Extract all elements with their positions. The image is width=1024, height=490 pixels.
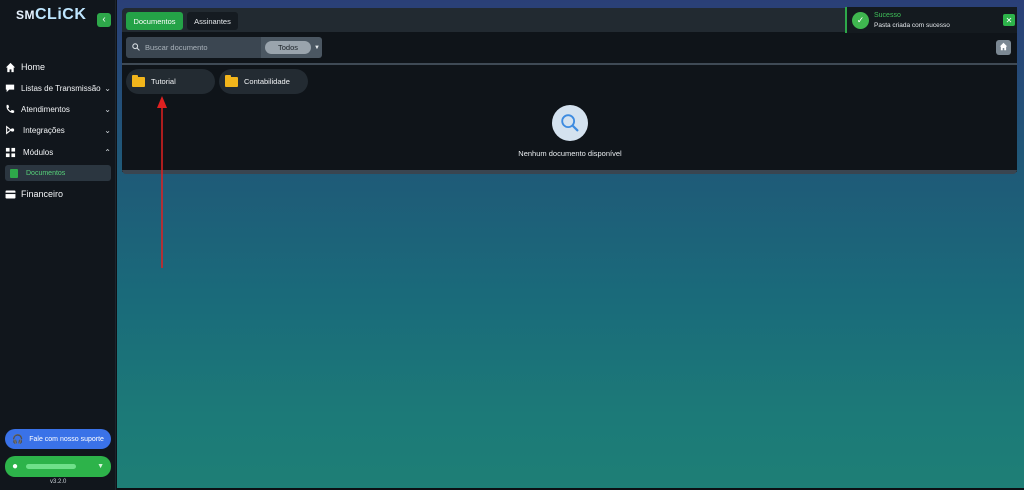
card-icon: [4, 188, 16, 200]
folder-icon: [132, 74, 145, 87]
sidebar-item-label: Financeiro: [21, 189, 64, 199]
sidebar-subitem-documentos[interactable]: Documentos: [5, 165, 111, 181]
close-icon: ✕: [1005, 15, 1013, 25]
empty-search-icon: [552, 105, 588, 141]
chevron-down-icon: ⌄: [104, 83, 111, 93]
search-placeholder: Buscar documento: [145, 43, 208, 52]
sidebar-item-label: Atendimentos: [21, 104, 70, 114]
folder-icon: [225, 74, 238, 87]
sidebar-item-home[interactable]: Home: [0, 58, 116, 76]
panel-footer: [122, 170, 1017, 174]
sidebar-item-label: Listas de Transmissão: [21, 83, 101, 93]
search-input[interactable]: Buscar documento: [126, 37, 261, 58]
support-button[interactable]: 🎧 Fale com nosso suporte: [5, 429, 111, 449]
filter-select[interactable]: Todos ▼: [261, 37, 322, 58]
chat-icon: [4, 82, 16, 94]
phone-icon: [4, 103, 16, 115]
app-version: v3.2.0: [50, 479, 67, 485]
sidebar-item-listas[interactable]: Listas de Transmissão ⌄: [0, 79, 116, 97]
folder-item[interactable]: Contabilidade: [219, 69, 308, 94]
tab-assinantes[interactable]: Assinantes: [187, 12, 238, 30]
caret-down-icon: ▼: [314, 44, 320, 51]
tab-documentos[interactable]: Documentos: [126, 12, 183, 30]
home-icon: [999, 42, 1008, 53]
user-menu-button[interactable]: ● ▼: [5, 456, 111, 477]
search-icon: [132, 42, 140, 53]
panel-divider: [122, 63, 1017, 65]
document-icon: [10, 168, 18, 178]
annotation-arrow: [157, 96, 167, 268]
folder-name: Contabilidade: [244, 77, 290, 86]
success-toast: ✓ Sucesso Pasta criada com sucesso ✕: [845, 7, 1017, 33]
sidebar-item-label: Documentos: [26, 169, 66, 177]
chevron-down-icon: ⌄: [104, 104, 111, 114]
sidebar-item-atendimentos[interactable]: Atendimentos ⌄: [0, 100, 116, 118]
filter-selected-value: Todos: [265, 41, 311, 54]
sidebar-item-label: Home: [21, 62, 46, 72]
close-toast-button[interactable]: ✕: [1003, 14, 1015, 26]
sidebar: SMCLiCK ‹ Home Listas de Transmissão ⌄ A…: [0, 0, 116, 490]
toast-message: Pasta criada com sucesso: [874, 22, 950, 29]
home-folder-button[interactable]: [996, 40, 1011, 55]
brand-logo: SMCLiCK: [16, 6, 87, 23]
check-icon: ✓: [852, 12, 869, 29]
collapse-sidebar-button[interactable]: ‹: [97, 13, 111, 27]
sidebar-item-modulos[interactable]: Módulos ⌃: [0, 143, 116, 161]
sidebar-item-integracoes[interactable]: Integrações ⌄: [0, 121, 116, 139]
toast-title: Sucesso: [874, 12, 901, 19]
user-icon: ●: [12, 461, 19, 472]
sidebar-item-financeiro[interactable]: Financeiro: [0, 185, 116, 203]
chevron-left-icon: ‹: [102, 14, 106, 25]
chevron-down-icon: ▼: [97, 463, 104, 470]
sidebar-item-label: Integrações: [23, 125, 65, 135]
headset-icon: 🎧: [12, 433, 24, 444]
folder-name: Tutorial: [151, 77, 176, 86]
home-icon: [4, 61, 16, 73]
chevron-down-icon: ⌄: [104, 125, 111, 135]
grid-icon: [4, 146, 16, 158]
folder-item[interactable]: Tutorial: [126, 69, 215, 94]
empty-state-message: Nenhum documento disponível: [518, 149, 622, 158]
chevron-up-icon: ⌃: [104, 147, 111, 157]
sidebar-item-label: Módulos: [23, 147, 54, 157]
integrations-icon: [4, 124, 16, 136]
redacted-username: [26, 464, 77, 469]
